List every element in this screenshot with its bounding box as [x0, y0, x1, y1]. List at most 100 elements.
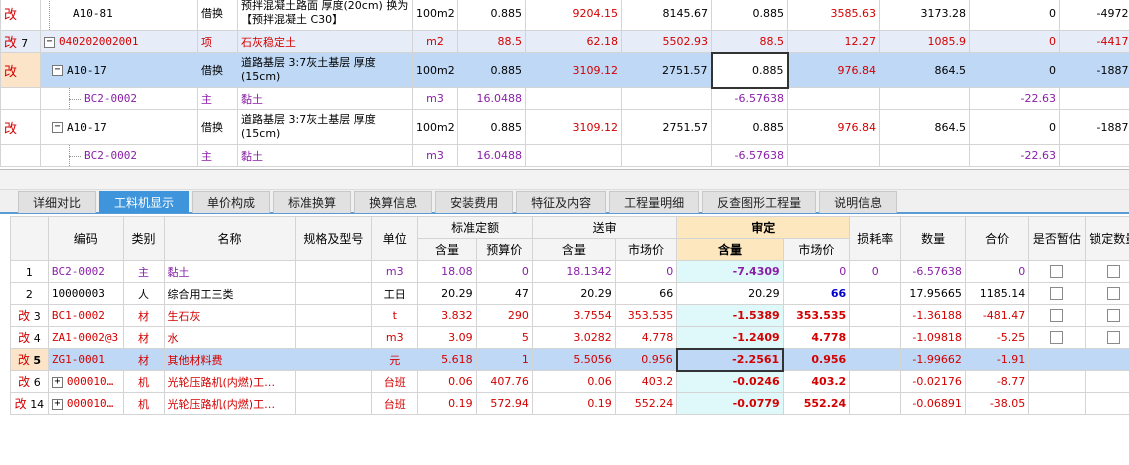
- tab-unit-price-composition[interactable]: 单价构成: [192, 191, 271, 213]
- spec-cell[interactable]: [294, 260, 373, 283]
- loss-rate-cell[interactable]: [849, 392, 902, 415]
- code-cell[interactable]: BC2-0002: [40, 144, 198, 167]
- name-cell[interactable]: 黏土: [163, 260, 296, 283]
- audit-qty-input[interactable]: -2.2561: [675, 347, 785, 372]
- lock-qty-header[interactable]: 锁定数量: [1084, 216, 1129, 261]
- estimate-checkbox[interactable]: [1028, 260, 1086, 283]
- table-row[interactable]: 改 A10-81 借换 预拌混凝土路面 厚度(20cm) 换为【预拌混凝土 C3…: [0, 0, 1129, 31]
- spec-cell[interactable]: [294, 326, 373, 349]
- name-cell[interactable]: 道路基层 3:7灰土基层 厚度(15cm): [237, 52, 413, 88]
- loss-rate-cell[interactable]: [849, 282, 902, 305]
- audit-qty-cell[interactable]: 88.5: [711, 30, 788, 53]
- audit-price-cell[interactable]: 403.2: [782, 370, 851, 393]
- audit-price-cell[interactable]: 0.956: [782, 348, 851, 371]
- audit-qty-cell[interactable]: -6.57638: [711, 87, 788, 110]
- audit-qty-header[interactable]: 含量: [676, 238, 784, 261]
- name-cell[interactable]: 光轮压路机(内燃)工…: [163, 370, 296, 393]
- name-cell[interactable]: 光轮压路机(内燃)工…: [163, 392, 296, 415]
- audit-qty-cell[interactable]: 20.29: [676, 282, 784, 305]
- audit-price-cell[interactable]: 0: [782, 260, 851, 283]
- table-row[interactable]: 1 BC2-0002 主 黏土 m3 18.08 0 18.1342 0 -7.…: [10, 260, 1129, 283]
- audit-price-cell[interactable]: 4.778: [782, 326, 851, 349]
- estimate-header[interactable]: 是否暂估: [1028, 216, 1086, 261]
- audit-qty-cell[interactable]: -6.57638: [711, 144, 788, 167]
- loss-rate-cell[interactable]: [849, 348, 902, 371]
- spec-cell[interactable]: [294, 392, 373, 415]
- collapse-icon[interactable]: −: [44, 36, 55, 48]
- tab-features-content[interactable]: 特征及内容: [516, 191, 607, 213]
- name-cell[interactable]: 黏土: [237, 87, 413, 110]
- tab-detail-compare[interactable]: 详细对比: [18, 191, 97, 213]
- code-cell[interactable]: +000010…: [47, 370, 124, 393]
- name-cell[interactable]: 水: [163, 326, 296, 349]
- name-cell[interactable]: 生石灰: [163, 304, 296, 327]
- spec-header[interactable]: 规格及型号: [294, 216, 373, 261]
- name-cell[interactable]: 综合用工三类: [163, 282, 296, 305]
- lock-qty-checkbox[interactable]: [1084, 326, 1129, 349]
- audit-price-header[interactable]: 市场价: [782, 238, 851, 261]
- spec-cell[interactable]: [294, 348, 373, 371]
- tab-conversion-info[interactable]: 换算信息: [354, 191, 433, 213]
- table-row[interactable]: 改 3 BC1-0002 材 生石灰 t 3.832 290 3.7554 35…: [10, 304, 1129, 327]
- table-row[interactable]: 改 7 −040202002001 项 石灰稳定土 m2 88.5 62.18 …: [0, 30, 1129, 53]
- code-cell[interactable]: A10-81: [40, 0, 198, 31]
- code-cell[interactable]: BC2-0002: [47, 260, 124, 283]
- audit-price-cell[interactable]: 552.24: [782, 392, 851, 415]
- lock-qty-checkbox[interactable]: [1084, 304, 1129, 327]
- lock-qty-checkbox[interactable]: [1084, 348, 1129, 371]
- table-row[interactable]: 改 6 +000010… 机 光轮压路机(内燃)工… 台班 0.06 407.7…: [10, 370, 1129, 393]
- audit-qty-cell[interactable]: -7.4309: [676, 260, 784, 283]
- tab-description[interactable]: 说明信息: [819, 191, 898, 213]
- spec-cell[interactable]: [294, 370, 373, 393]
- loss-rate-cell[interactable]: [849, 304, 902, 327]
- audit-qty-input[interactable]: 0.885: [710, 51, 789, 89]
- code-cell[interactable]: ZG1-0001: [47, 348, 124, 371]
- loss-rate-cell[interactable]: [849, 326, 902, 349]
- name-cell[interactable]: 预拌混凝土路面 厚度(20cm) 换为【预拌混凝土 C30】: [237, 0, 413, 31]
- std-qty-header[interactable]: 含量: [417, 238, 477, 261]
- lock-qty-checkbox[interactable]: [1084, 282, 1129, 305]
- table-row[interactable]: BC2-0002 主 黏土 m3 16.0488 -6.57638 -22.63: [0, 87, 1129, 110]
- unit-header[interactable]: 单位: [371, 216, 419, 261]
- estimate-checkbox[interactable]: [1028, 304, 1086, 327]
- estimate-checkbox[interactable]: [1028, 392, 1086, 415]
- loss-rate-header[interactable]: 损耗率: [849, 216, 902, 261]
- table-row[interactable]: 改 − A10-17 借换 道路基层 3:7灰土基层 厚度(15cm) 100m2…: [0, 51, 1129, 89]
- audit-price-cell[interactable]: 66: [782, 282, 851, 305]
- table-row[interactable]: 改 5 ZG1-0001 材 其他材料费 元 5.618 1 5.5056 0.…: [10, 347, 1129, 372]
- tab-installation-fee[interactable]: 安装费用: [435, 191, 514, 213]
- name-cell[interactable]: 黏土: [237, 144, 413, 167]
- std-price-header[interactable]: 预算价: [475, 238, 533, 261]
- total-header[interactable]: 合价: [964, 216, 1030, 261]
- code-cell[interactable]: − A10-17: [40, 109, 198, 145]
- spec-cell[interactable]: [294, 304, 373, 327]
- code-cell[interactable]: −040202002001: [40, 30, 198, 53]
- table-row[interactable]: 改 − A10-17 借换 道路基层 3:7灰土基层 厚度(15cm) 100m2…: [0, 109, 1129, 145]
- audit-qty-cell[interactable]: -1.2409: [676, 326, 784, 349]
- tab-standard-conversion[interactable]: 标准换算: [273, 191, 352, 213]
- sub-qty-header[interactable]: 含量: [531, 238, 616, 261]
- count-header[interactable]: 数量: [900, 216, 966, 261]
- audit-qty-cell[interactable]: 0.885: [711, 0, 788, 31]
- audit-qty-cell[interactable]: -0.0246: [676, 370, 784, 393]
- estimate-checkbox[interactable]: [1028, 348, 1086, 371]
- table-row[interactable]: 改 14 +000010… 机 光轮压路机(内燃)工… 台班 0.19 572.…: [10, 392, 1129, 415]
- code-cell[interactable]: − A10-17: [40, 52, 198, 88]
- loss-rate-cell[interactable]: 0: [849, 260, 902, 283]
- name-cell[interactable]: 道路基层 3:7灰土基层 厚度(15cm): [237, 109, 413, 145]
- name-cell[interactable]: 其他材料费: [163, 348, 296, 371]
- code-header[interactable]: 编码: [47, 216, 124, 261]
- audit-qty-cell[interactable]: 0.885: [711, 109, 788, 145]
- lock-qty-checkbox[interactable]: [1084, 392, 1129, 415]
- code-cell[interactable]: +000010…: [47, 392, 124, 415]
- tab-reverse-graphic-quantity[interactable]: 反查图形工程量: [702, 191, 817, 213]
- expand-icon[interactable]: +: [51, 398, 63, 410]
- audit-qty-cell[interactable]: -1.5389: [676, 304, 784, 327]
- code-cell[interactable]: BC1-0002: [47, 304, 124, 327]
- collapse-icon[interactable]: −: [52, 65, 63, 76]
- expand-icon[interactable]: +: [51, 376, 63, 388]
- tab-labor-material-machine[interactable]: 工料机显示: [99, 191, 190, 213]
- name-cell[interactable]: 石灰稳定土: [237, 30, 413, 53]
- table-row[interactable]: 2 10000003 人 综合用工三类 工日 20.29 47 20.29 66…: [10, 282, 1129, 305]
- type-header[interactable]: 类别: [122, 216, 165, 261]
